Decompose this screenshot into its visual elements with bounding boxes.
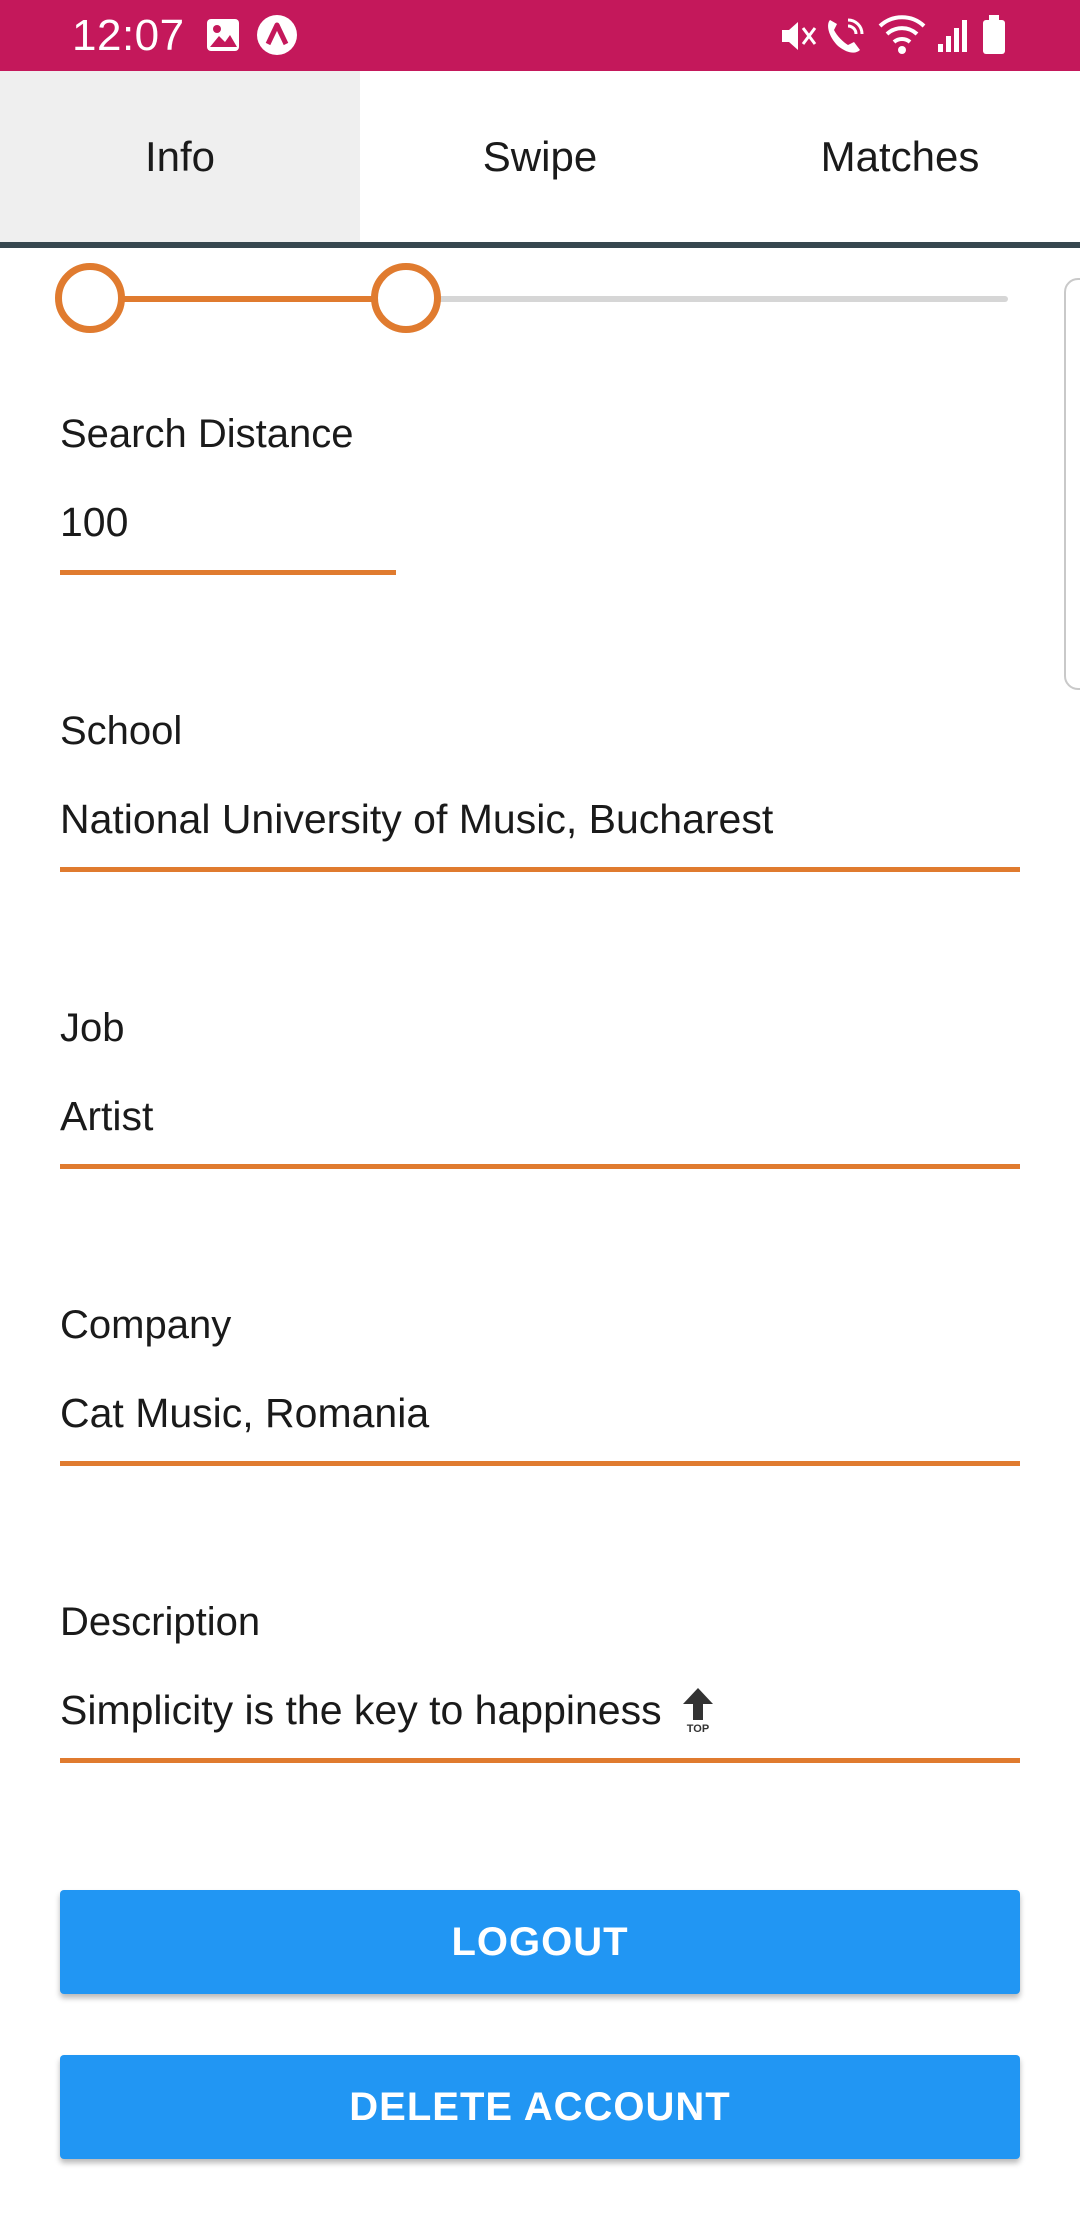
search-distance-input[interactable]: 100 [60,498,396,546]
status-time: 12:07 [72,11,185,60]
range-slider-fill [90,296,406,302]
top-arrow-icon: TOP [682,1688,713,1734]
wifi-icon [878,15,926,54]
signal-icon [938,20,967,52]
company-label: Company [60,1303,232,1347]
search-distance-field[interactable]: Search Distance 100 [60,410,396,575]
tab-bar: Info Swipe Matches [0,71,1080,248]
description-label: Description [60,1600,261,1644]
logout-button[interactable]: LOGOUT [60,1890,1020,1994]
svg-text:TOP: TOP [686,1723,708,1734]
description-underline [60,1758,1020,1763]
description-input[interactable]: Simplicity is the key to happiness TOP [60,1686,1020,1734]
description-text: Simplicity is the key to happiness [60,1687,662,1733]
delete-account-button-label: DELETE ACCOUNT [349,2084,731,2129]
mute-icon [782,22,817,50]
school-label: School [60,709,183,753]
tab-info-label: Info [144,132,216,180]
tab-swipe[interactable]: Swipe [360,71,720,242]
job-label: Job [60,1006,125,1050]
scroll-indicator[interactable] [1064,278,1080,690]
status-bar: 12:07 [0,0,1080,71]
company-underline [60,1461,1020,1466]
job-underline [60,1164,1020,1169]
company-input[interactable]: Cat Music, Romania [60,1389,1020,1437]
app-a-icon [257,15,297,55]
tab-info[interactable]: Info [0,71,360,242]
company-field[interactable]: Company Cat Music, Romania [60,1301,1020,1466]
battery-icon [983,15,1005,54]
logout-button-label: LOGOUT [451,1919,629,1964]
wifi-call-icon [828,18,864,53]
search-distance-label: Search Distance [60,412,354,456]
school-underline [60,867,1020,872]
range-slider-max-thumb[interactable] [371,263,441,333]
delete-account-button[interactable]: DELETE ACCOUNT [60,2055,1020,2159]
job-field[interactable]: Job Artist [60,1004,1020,1169]
tab-swipe-label: Swipe [482,132,598,180]
description-field[interactable]: Description Simplicity is the key to hap… [60,1598,1020,1763]
range-slider-min-thumb[interactable] [55,263,125,333]
tab-matches-label: Matches [820,132,980,180]
school-input[interactable]: National University of Music, Bucharest [60,795,1020,843]
school-field[interactable]: School National University of Music, Buc… [60,707,1020,872]
job-input[interactable]: Artist [60,1092,1020,1140]
search-distance-underline [60,570,396,575]
tab-matches[interactable]: Matches [720,71,1080,242]
image-icon [207,19,239,51]
